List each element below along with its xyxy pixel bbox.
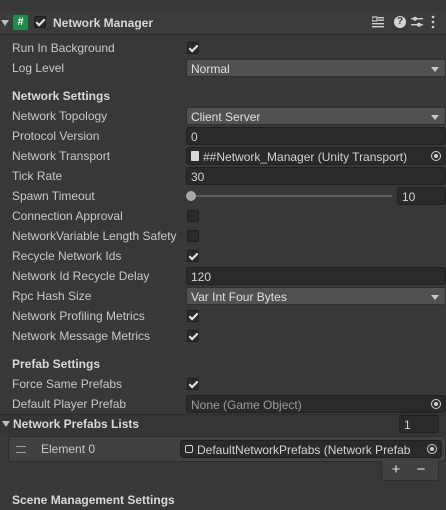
prefab-lists-count-field[interactable]: 1 [399, 415, 439, 433]
rpc-hash-size-dropdown[interactable]: Var Int Four Bytes [186, 287, 446, 305]
network-profiling-metrics-label: Network Profiling Metrics [12, 309, 145, 323]
scriptable-object-icon [185, 445, 193, 453]
log-level-dropdown[interactable]: Normal [186, 59, 446, 77]
network-id-recycle-delay-label: Network Id Recycle Delay [12, 269, 150, 283]
object-picker-icon[interactable] [431, 399, 441, 409]
protocol-version-label: Protocol Version [12, 129, 100, 143]
rpc-hash-size-value: Var Int Four Bytes [191, 290, 287, 304]
scene-management-settings-header: Scene Management Settings [12, 493, 175, 507]
object-picker-icon[interactable] [427, 444, 437, 454]
script-icon: # [13, 15, 28, 30]
networkvariable-length-safety-label: NetworkVariable Length Safety [12, 229, 177, 243]
drag-handle-icon[interactable] [16, 446, 26, 453]
default-player-prefab-field[interactable]: None (Game Object) [186, 395, 446, 413]
recycle-network-ids-label: Recycle Network Ids [12, 249, 122, 263]
networkvariable-length-safety-checkbox[interactable] [187, 230, 199, 242]
slider-settings-icon[interactable] [411, 16, 423, 28]
settings-preset-icon[interactable] [371, 16, 384, 28]
prefab-lists-label: Network Prefabs Lists [13, 417, 140, 431]
network-message-metrics-label: Network Message Metrics [12, 329, 151, 343]
foldout-arrow-icon[interactable] [2, 421, 10, 427]
spawn-timeout-field[interactable]: 10 [397, 187, 446, 205]
network-transport-label: Network Transport [12, 149, 111, 163]
run-in-background-label: Run In Background [12, 41, 115, 55]
network-transport-field[interactable]: ##Network_Manager (Unity Transport) [186, 147, 446, 165]
network-settings-header: Network Settings [12, 89, 111, 103]
component-title: Network Manager [53, 16, 154, 30]
object-picker-icon[interactable] [431, 151, 441, 161]
connection-approval-label: Connection Approval [12, 209, 123, 223]
default-player-prefab-label: Default Player Prefab [12, 397, 127, 411]
log-level-value: Normal [191, 62, 230, 76]
add-element-button[interactable]: + [388, 461, 404, 479]
chevron-down-icon [431, 67, 439, 72]
more-options-icon[interactable] [430, 15, 436, 29]
protocol-version-field[interactable]: 0 [186, 127, 446, 145]
remove-element-button[interactable]: − [413, 461, 429, 479]
connection-approval-checkbox[interactable] [187, 210, 199, 222]
force-same-prefabs-label: Force Same Prefabs [12, 377, 123, 391]
run-in-background-checkbox[interactable] [187, 42, 199, 54]
network-topology-label: Network Topology [12, 109, 108, 123]
prefab-list-element-value: DefaultNetworkPrefabs (Network Prefab [197, 443, 411, 457]
chevron-down-icon [431, 115, 439, 120]
script-file-icon [191, 151, 199, 161]
prefab-list-element-field[interactable]: DefaultNetworkPrefabs (Network Prefab [180, 440, 442, 458]
help-icon[interactable]: ? [394, 16, 406, 28]
rpc-hash-size-label: Rpc Hash Size [12, 289, 92, 303]
default-player-prefab-value: None (Game Object) [191, 398, 302, 412]
network-topology-value: Client Server [191, 110, 261, 124]
tick-rate-label: Tick Rate [12, 169, 63, 183]
spawn-timeout-label: Spawn Timeout [12, 189, 95, 203]
network-profiling-metrics-checkbox[interactable] [187, 310, 199, 322]
prefab-settings-header: Prefab Settings [12, 357, 101, 371]
spawn-timeout-slider-handle[interactable] [186, 191, 196, 201]
tick-rate-field[interactable]: 30 [186, 167, 446, 185]
foldout-arrow-icon[interactable] [1, 20, 9, 26]
network-topology-dropdown[interactable]: Client Server [186, 107, 446, 125]
force-same-prefabs-checkbox[interactable] [187, 378, 199, 390]
chevron-down-icon [431, 295, 439, 300]
component-enabled-checkbox[interactable] [34, 16, 46, 28]
prefab-list-element-label: Element 0 [41, 442, 96, 456]
spawn-timeout-slider-track[interactable] [190, 195, 392, 197]
recycle-network-ids-checkbox[interactable] [187, 250, 199, 262]
network-id-recycle-delay-field[interactable]: 120 [186, 267, 446, 285]
network-message-metrics-checkbox[interactable] [187, 330, 199, 342]
network-transport-value: ##Network_Manager (Unity Transport) [203, 150, 408, 164]
log-level-label: Log Level [12, 61, 65, 75]
